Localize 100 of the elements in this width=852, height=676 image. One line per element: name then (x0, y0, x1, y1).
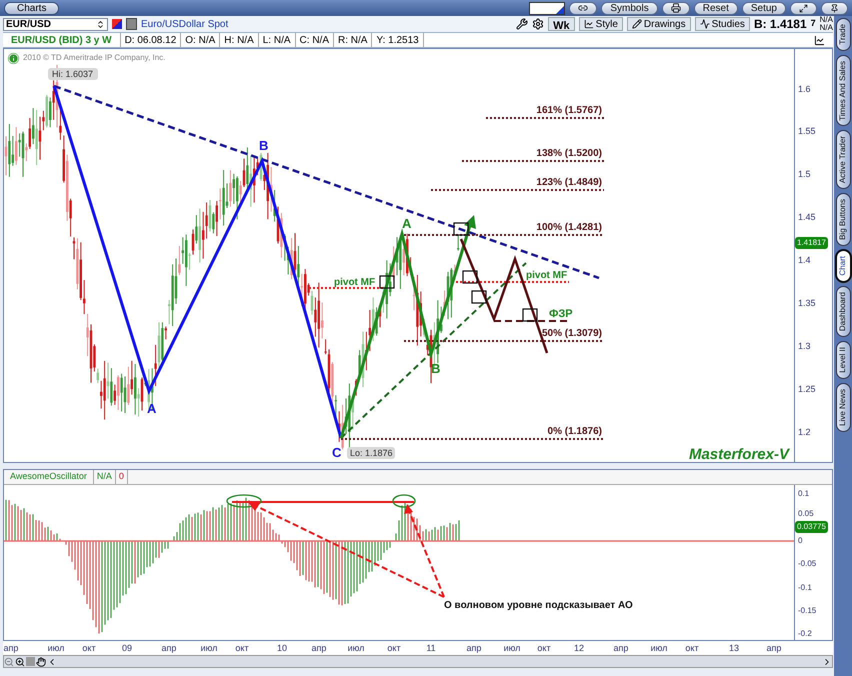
toolbar-button[interactable]: Symbols (601, 2, 658, 14)
symbol-description-link[interactable]: Euro/USDollar Spot (141, 16, 228, 32)
price-axis-label: 1.3 (798, 340, 811, 353)
pivot-label: pivot MF (526, 270, 568, 281)
fibonacci-level-label: 100% (1.4281) (536, 222, 602, 233)
scroll-bar[interactable] (3, 655, 833, 668)
oscillator-axis-label: 0.05 (798, 508, 814, 520)
price-axis-label: 1.2 (798, 426, 811, 439)
toolbar-button[interactable]: Drawings (626, 17, 691, 31)
price-axis-label: 1.35 (798, 297, 816, 310)
time-axis-label: окт (82, 642, 96, 655)
ohlc-field: Y: 1.2513 (372, 33, 424, 47)
zoom-in-icon[interactable] (15, 656, 25, 666)
high-price-tag: Hi: 1.6037 (48, 68, 98, 80)
side-tab[interactable]: Active Trader (836, 130, 850, 190)
oscillator-axis-label: 0.1 (798, 488, 810, 500)
ohlc-field: R: N/A (334, 33, 372, 47)
time-axis-label: апр (312, 642, 326, 655)
price-axis-label: 1.45 (798, 211, 816, 224)
fibonacci-level-label: 161% (1.5767) (536, 105, 602, 116)
toolbar-button[interactable]: Reset (694, 2, 738, 14)
time-axis-label: июл (504, 642, 520, 655)
fibonacci-level-label: 138% (1.5200) (536, 148, 602, 159)
fibonacci-level-label: 0% (1.1876) (548, 426, 602, 437)
price-axis-label: 1.4 (798, 254, 811, 267)
side-tab[interactable]: Big Buttons (836, 193, 850, 246)
bid-price: B: 1.4181 (754, 16, 807, 33)
time-axis-label: июл (200, 642, 218, 655)
window-title[interactable]: Charts (4, 2, 60, 14)
chart-title: EUR/USD (BID) 3 y W (3, 33, 121, 47)
peak-highlight-ellipse (226, 494, 262, 508)
marker-square (379, 275, 395, 289)
side-tab[interactable]: Trade (836, 18, 850, 51)
oscillator-axis-label: -0.2 (798, 628, 812, 640)
quote-value: N/A (820, 16, 833, 24)
info-icon[interactable] (8, 52, 19, 64)
symbol-select[interactable]: EUR/USD (3, 18, 108, 30)
marker-square (471, 290, 487, 304)
period-button[interactable]: Wk (548, 17, 575, 31)
ohlc-field: D: 06.08.12 (120, 33, 182, 47)
pivot-label: pivot MF (334, 277, 376, 288)
studies-icon (700, 19, 710, 29)
time-axis-label: июл (348, 642, 364, 655)
peak-highlight-ellipse (392, 494, 416, 508)
pin-button[interactable] (821, 2, 848, 14)
printer-icon (670, 3, 681, 13)
chart-type-icon[interactable] (814, 34, 825, 46)
last-value-badge: 0.03775 (795, 521, 828, 533)
side-tab[interactable]: Chart (836, 250, 850, 282)
fzr-label: ФЗР (549, 308, 573, 320)
time-axis-label: окт (537, 642, 551, 655)
wave-label: B (431, 361, 440, 376)
time-axis-label: апр (614, 642, 628, 655)
pin-icon (830, 4, 839, 12)
symbol-input-field[interactable] (529, 2, 566, 14)
marker-square (522, 308, 538, 322)
ohlc-field: H: N/A (220, 33, 259, 47)
side-tab[interactable]: Level II (836, 341, 850, 379)
ohlc-field: C: N/A (296, 33, 334, 47)
time-axis-label: апр (162, 642, 176, 655)
oscillator-value: 0 (116, 470, 128, 484)
quote-value: N/A (820, 24, 833, 32)
maximize-button[interactable] (790, 2, 817, 14)
oscillator-title: AwesomeOscillator (4, 470, 94, 484)
time-axis-label: апр (4, 642, 18, 655)
time-axis-label: окт (387, 642, 401, 655)
hand-icon[interactable] (36, 656, 46, 666)
wave-label: C (332, 445, 342, 460)
lock-icon[interactable] (126, 18, 137, 30)
time-axis-label: 12 (574, 642, 584, 655)
oscillator-axis-label: -0.15 (798, 605, 816, 617)
toolbar-button[interactable]: Style (578, 17, 623, 31)
price-axis-label: 1.55 (798, 125, 816, 138)
print-button[interactable] (662, 2, 690, 14)
price-axis-label: 1.6 (798, 83, 811, 96)
toolbar-button[interactable]: Studies (694, 17, 750, 31)
color-icon[interactable] (112, 19, 122, 29)
link-button[interactable] (569, 2, 598, 14)
settings-icon[interactable] (532, 18, 544, 30)
oscillator-status: N/A (94, 470, 116, 484)
side-tab[interactable]: Dashboard (836, 286, 850, 338)
wave-label: A (147, 401, 156, 416)
toolbar-button[interactable]: Setup (742, 2, 786, 14)
line-chart-icon (584, 19, 594, 29)
oscillator-axis-label: -0.05 (798, 558, 816, 570)
ohlc-field: O: N/A (181, 33, 220, 47)
wave-label: B (259, 138, 268, 153)
price-axis-label: 1.25 (798, 383, 816, 396)
dropdown-icon (96, 20, 105, 28)
side-tab[interactable]: Times And Sales (836, 54, 850, 126)
time-axis-label: окт (235, 642, 249, 655)
wrench-icon[interactable] (516, 18, 528, 30)
time-axis-label: июл (48, 642, 64, 655)
fibonacci-level-label: 50% (1.3079) (542, 328, 602, 339)
low-price-tag: Lo: 1.1876 (347, 447, 395, 459)
fibonacci-level-label: 123% (1.4849) (536, 177, 602, 188)
last-price-badge: 1.41817 (795, 237, 828, 249)
copyright-text: 2010 © TD Ameritrade IP Company, Inc. (23, 52, 166, 64)
side-tab[interactable]: Live News (836, 382, 850, 432)
time-axis-label: окт (685, 642, 699, 655)
